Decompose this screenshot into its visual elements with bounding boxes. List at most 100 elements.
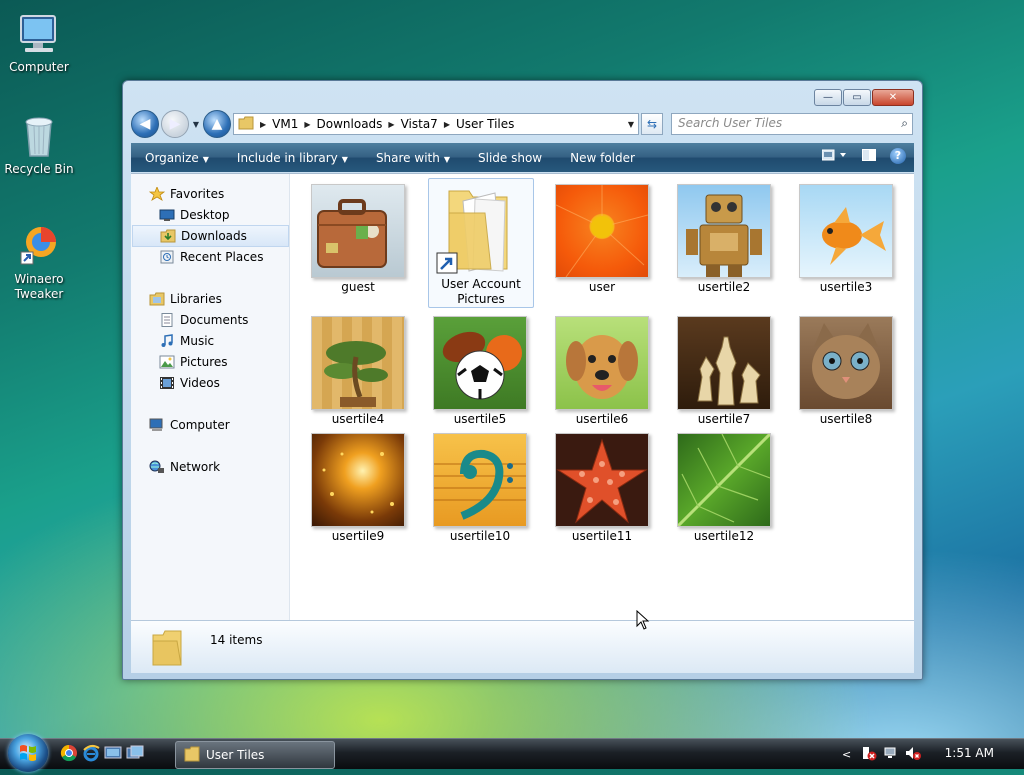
share-with-menu[interactable]: Share with ▼: [362, 151, 464, 165]
network-status-icon[interactable]: [883, 745, 899, 764]
file-name: usertile3: [819, 280, 873, 294]
folder-icon: [238, 116, 254, 133]
refresh-button[interactable]: ⇆: [641, 113, 663, 135]
sidebar-item-label: Libraries: [170, 292, 222, 306]
organize-menu[interactable]: Organize ▼: [131, 151, 223, 165]
action-center-icon[interactable]: [861, 745, 877, 764]
computer-icon: [149, 418, 165, 432]
preview-pane-icon: [862, 148, 876, 161]
sidebar-item-videos[interactable]: Videos: [159, 373, 285, 393]
switch-windows-icon[interactable]: [126, 744, 144, 762]
chevron-down-icon: ▼: [443, 154, 450, 164]
taskbar-button-user-tiles[interactable]: User Tiles: [175, 741, 335, 769]
chevron-right-icon[interactable]: ▶: [304, 120, 310, 129]
up-button[interactable]: ▲: [203, 110, 231, 138]
file-name: user: [588, 280, 616, 294]
sidebar-item-label: Recent Places: [180, 250, 264, 264]
libraries-icon: [149, 292, 165, 306]
internet-explorer-icon[interactable]: [82, 744, 100, 762]
file-item-user-account-pictures[interactable]: User Account Pictures: [428, 178, 534, 308]
breadcrumb-vista7[interactable]: Vista7: [401, 117, 438, 131]
file-item-guest[interactable]: guest: [306, 180, 410, 295]
file-item-usertile11[interactable]: usertile11: [550, 429, 654, 544]
content-area: Favorites Desktop Downloads Recent Place…: [131, 173, 914, 620]
sidebar-item-downloads[interactable]: Downloads: [132, 225, 289, 247]
desktop-icon-recycle-bin[interactable]: Recycle Bin: [4, 112, 74, 177]
help-icon: ?: [894, 149, 902, 162]
pictures-icon: [159, 355, 175, 369]
minimize-button[interactable]: —: [814, 89, 842, 106]
sidebar-item-pictures[interactable]: Pictures: [159, 352, 285, 372]
preview-pane-button[interactable]: [862, 148, 876, 164]
sidebar-item-documents[interactable]: Documents: [159, 310, 285, 330]
breadcrumb-user-tiles[interactable]: User Tiles: [456, 117, 514, 131]
sidebar-item-music[interactable]: Music: [159, 331, 285, 351]
help-button[interactable]: ?: [890, 148, 906, 164]
file-item-user[interactable]: user: [550, 180, 654, 295]
chevron-down-icon[interactable]: ▼: [628, 120, 634, 129]
sidebar-item-label: Music: [180, 334, 215, 348]
desktop-icon-winaero-tweaker[interactable]: Winaero Tweaker: [4, 222, 74, 302]
computer-icon: [15, 10, 63, 58]
chevron-right-icon[interactable]: ▶: [444, 120, 450, 129]
file-item-usertile9[interactable]: usertile9: [306, 429, 410, 544]
chevron-left-icon[interactable]: <: [842, 748, 851, 761]
file-name: guest: [341, 280, 375, 294]
search-icon[interactable]: ⌕: [901, 116, 908, 131]
sidebar-item-computer[interactable]: Computer: [149, 415, 279, 435]
sidebar-item-desktop[interactable]: Desktop: [159, 205, 285, 225]
recycle-bin-icon: [15, 112, 63, 160]
file-item-usertile10[interactable]: usertile10: [428, 429, 532, 544]
file-item-usertile7[interactable]: usertile7: [672, 312, 776, 427]
refresh-icon: ⇆: [646, 117, 658, 131]
chevron-right-icon[interactable]: ▶: [388, 120, 394, 129]
chevron-right-icon[interactable]: ▶: [260, 120, 266, 129]
file-name: usertile9: [331, 529, 385, 543]
sidebar-item-favorites[interactable]: Favorites: [148, 184, 279, 204]
window-controls: — ▭ ✕: [814, 89, 914, 106]
taskbar-button-label: User Tiles: [206, 748, 265, 762]
documents-icon: [159, 313, 175, 327]
sparks-thumbnail: [311, 433, 405, 527]
recent-pages-dropdown[interactable]: ▼: [191, 120, 201, 129]
clock[interactable]: 1:51 AM: [945, 746, 994, 760]
organize-label: Organize: [145, 150, 199, 165]
maximize-button[interactable]: ▭: [843, 89, 871, 106]
sports-balls-thumbnail: [433, 316, 527, 410]
file-item-usertile3[interactable]: usertile3: [794, 180, 898, 295]
slide-show-button[interactable]: Slide show: [464, 151, 556, 165]
forward-button[interactable]: ▶: [161, 110, 189, 138]
new-folder-button[interactable]: New folder: [556, 151, 649, 165]
music-icon: [159, 334, 175, 348]
sidebar-item-network[interactable]: Network: [149, 457, 279, 477]
breadcrumb-downloads[interactable]: Downloads: [317, 117, 383, 131]
file-item-usertile8[interactable]: usertile8: [794, 312, 898, 427]
file-item-usertile5[interactable]: usertile5: [428, 312, 532, 427]
kitten-thumbnail: [799, 316, 893, 410]
robot-thumbnail: [677, 184, 771, 278]
sidebar-item-libraries[interactable]: Libraries: [149, 289, 279, 309]
sidebar-item-recent-places[interactable]: Recent Places: [159, 247, 285, 267]
view-options-button[interactable]: [821, 149, 848, 164]
chrome-icon[interactable]: [60, 744, 78, 762]
address-bar[interactable]: ▶ VM1 ▶ Downloads ▶ Vista7 ▶ User Tiles …: [233, 113, 639, 135]
desktop-icon: [159, 208, 175, 222]
file-item-usertile6[interactable]: usertile6: [550, 312, 654, 427]
bass-clef-thumbnail: [433, 433, 527, 527]
search-input[interactable]: [672, 114, 888, 132]
volume-muted-icon[interactable]: [905, 745, 922, 764]
starfish-thumbnail: [555, 433, 649, 527]
back-button[interactable]: ◀: [131, 110, 159, 138]
file-item-usertile4[interactable]: usertile4: [306, 312, 410, 427]
file-name: usertile6: [575, 412, 629, 426]
close-button[interactable]: ✕: [872, 89, 914, 106]
file-list: guest User Account Pictures user usertil…: [290, 174, 914, 620]
include-in-library-menu[interactable]: Include in library ▼: [223, 151, 362, 165]
breadcrumb-vm1[interactable]: VM1: [272, 117, 298, 131]
file-item-usertile12[interactable]: usertile12: [672, 429, 776, 544]
start-button[interactable]: [8, 734, 48, 772]
desktop-icon-computer[interactable]: Computer: [4, 10, 74, 75]
file-name: usertile4: [331, 412, 385, 426]
show-desktop-icon[interactable]: [104, 744, 122, 762]
file-item-usertile2[interactable]: usertile2: [672, 180, 776, 295]
